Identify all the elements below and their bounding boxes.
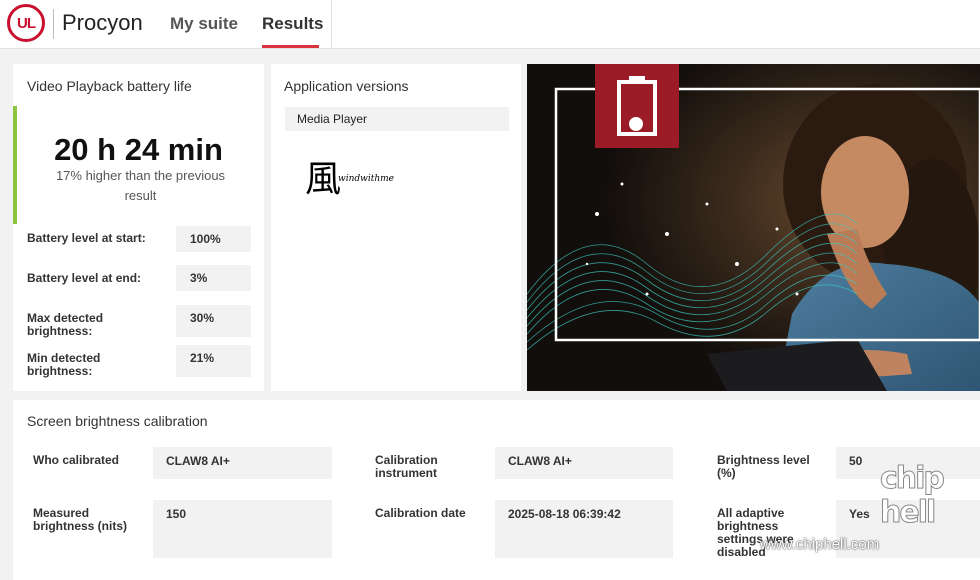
logo-text: UL <box>17 14 36 32</box>
active-tab-indicator <box>262 45 319 48</box>
who-calibrated-label: Who calibrated <box>33 453 120 467</box>
instrument-label: Calibration instrument <box>375 453 438 480</box>
nav-divider <box>331 0 332 49</box>
comparison-text: 17% higher than the previous result <box>55 168 226 203</box>
app-versions-card: Application versions Media Player 風 wind… <box>271 64 521 391</box>
battery-icon <box>617 76 657 136</box>
battery-tile <box>595 64 679 148</box>
brightness-level-label: Brightness level (%) <box>717 453 810 480</box>
logo-divider <box>53 9 54 39</box>
measured-brightness-value: 150 <box>153 500 332 558</box>
min-brightness-label: Min detected brightness: <box>27 351 101 378</box>
measured-brightness-label: Measured brightness (nits) <box>33 506 128 533</box>
top-nav-bar: UL Procyon My suite Results <box>0 0 980 49</box>
max-brightness-value: 30% <box>176 305 251 337</box>
battery-start-value: 100% <box>176 226 251 252</box>
battery-end-value: 3% <box>176 265 251 291</box>
handwritten-signature: 風 windwithme <box>305 150 394 202</box>
battery-start-label: Battery level at start: <box>27 231 146 245</box>
instrument-value: CLAW8 AI+ <box>495 447 673 479</box>
min-brightness-value: 21% <box>176 345 251 377</box>
card-title: Video Playback battery life <box>27 78 192 94</box>
calibration-date-value: 2025-08-18 06:39:42 <box>495 500 673 558</box>
calibration-card: Screen brightness calibration Who calibr… <box>13 400 980 580</box>
signature-glyph: 風 <box>305 159 342 200</box>
hero-image <box>527 64 980 391</box>
card-title: Application versions <box>284 78 409 94</box>
chiphell-watermark-url: www.chiphell.com <box>760 536 880 553</box>
brand-name: Procyon <box>62 10 143 35</box>
nav-results[interactable]: Results <box>262 14 323 34</box>
who-calibrated-value: CLAW8 AI+ <box>153 447 332 479</box>
calibration-date-label: Calibration date <box>375 506 466 520</box>
signature-text: windwithme <box>338 174 394 184</box>
card-title: Screen brightness calibration <box>27 413 208 429</box>
app-version-item: Media Player <box>285 107 509 131</box>
nav-my-suite[interactable]: My suite <box>170 14 238 34</box>
battery-life-value: 20 h 24 min <box>54 132 223 167</box>
battery-end-label: Battery level at end: <box>27 271 142 285</box>
battery-life-card: Video Playback battery life 20 h 24 min … <box>13 64 264 391</box>
chiphell-watermark-logo: chip hell <box>880 461 946 530</box>
max-brightness-label: Max detected brightness: <box>27 311 104 338</box>
ul-logo[interactable]: UL <box>7 4 45 42</box>
